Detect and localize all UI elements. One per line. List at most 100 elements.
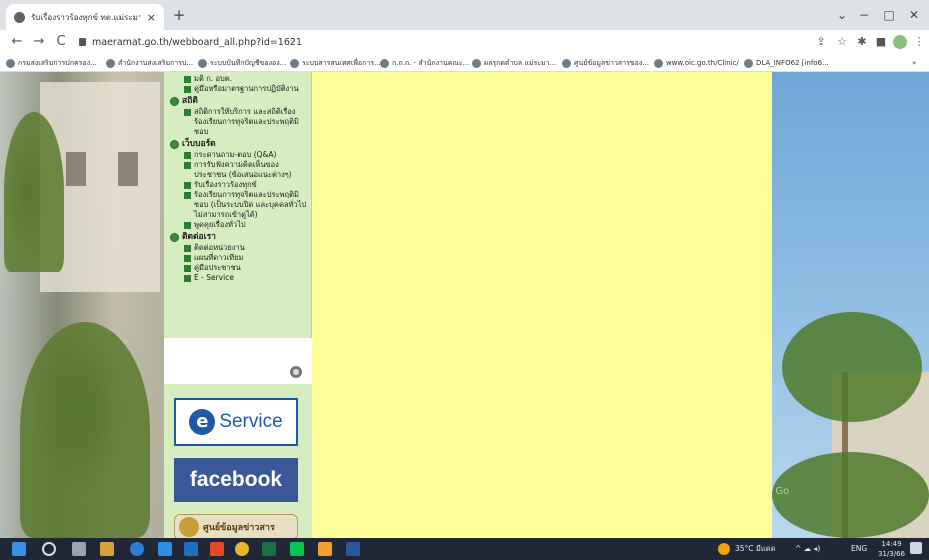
menu-link[interactable]: รับเรื่องราวร้องทุกข์ bbox=[170, 180, 307, 190]
bookmark-item[interactable]: ผลรุกดตำบล แม่ระมา... bbox=[472, 57, 556, 69]
url-field[interactable]: maeramat.go.th/webboard_all.php?id=1621 bbox=[79, 34, 302, 50]
globe-icon bbox=[14, 11, 25, 23]
menu-section-title[interactable]: สถิติ bbox=[170, 96, 307, 107]
bookmark-item[interactable]: กรมส่งเสริมการปกครอง... bbox=[6, 57, 97, 69]
bullet-icon bbox=[184, 255, 191, 262]
excel-icon[interactable] bbox=[262, 542, 276, 556]
bookmark-favicon-icon bbox=[106, 58, 115, 68]
bookmark-item[interactable]: ระบบบันทึกบัญชีขององ... bbox=[198, 57, 286, 69]
tab-strip: รับเรื่องราวร้องทุกข์ ทต.แม่ระมาด อ.แม่ … bbox=[0, 0, 929, 30]
eservice-label: Service bbox=[219, 411, 283, 432]
section-bullet-icon bbox=[170, 140, 179, 149]
address-bar-row: ← → C maeramat.go.th/webboard_all.php?id… bbox=[0, 30, 929, 54]
browser-tab[interactable]: รับเรื่องราวร้องทุกข์ ทต.แม่ระมาด อ.แม่ … bbox=[6, 4, 164, 30]
lock-icon bbox=[79, 38, 86, 46]
bullet-icon bbox=[184, 109, 191, 116]
menu-section-title[interactable]: ติดต่อเรา bbox=[170, 232, 307, 243]
section-bullet-icon bbox=[170, 233, 179, 242]
language-indicator[interactable]: ENG bbox=[851, 542, 867, 556]
bookmark-item[interactable]: ศูนย์ข้อมูลข่าวสารของ... bbox=[562, 57, 649, 69]
clock-time: 14:49 bbox=[881, 540, 902, 548]
eservice-logo-icon: e bbox=[189, 409, 216, 435]
bookmark-favicon-icon bbox=[290, 58, 299, 68]
info-center-banner[interactable]: ศูนย์ข้อมูลข่าวสาร bbox=[174, 514, 298, 538]
word-icon[interactable] bbox=[346, 542, 360, 556]
menu-link[interactable]: พูดคุยเรื่องทั่วไป bbox=[170, 220, 307, 230]
bookmark-item[interactable]: DLA_INFO62 [info6... bbox=[744, 57, 829, 69]
web-page: มติ ก. อบต. คู่มือหรือมาตรฐานการปฏิบัติง… bbox=[0, 72, 929, 538]
maximize-button[interactable]: □ bbox=[879, 6, 899, 24]
bookmark-favicon-icon bbox=[198, 58, 207, 68]
bookmark-item[interactable]: ระบบสารสนเทศเพื่อการ... bbox=[290, 57, 381, 69]
banner-panel: e Service facebook ศูนย์ข้อมูลข่าวสาร bbox=[164, 384, 312, 538]
menu-link[interactable]: สถิติการให้บริการ และสถิติเรื่องร้องเรีย… bbox=[170, 107, 307, 137]
bookmarks-more-button[interactable]: » bbox=[912, 57, 916, 69]
menu-link[interactable]: กระดานถาม-ตอบ (Q&A) bbox=[170, 150, 307, 160]
window-shape bbox=[66, 152, 86, 186]
bullet-icon bbox=[184, 245, 191, 252]
tab-search-dropdown-icon[interactable]: ⌄ bbox=[832, 6, 852, 24]
profile-avatar[interactable] bbox=[893, 35, 907, 49]
clock[interactable]: 14:49 31/3/66 bbox=[878, 539, 905, 559]
minimize-button[interactable]: − bbox=[854, 6, 874, 24]
forward-button[interactable]: → bbox=[30, 33, 48, 51]
menu-link[interactable]: มติ ก. อบต. bbox=[170, 74, 307, 84]
gear-icon[interactable] bbox=[290, 366, 302, 378]
share-icon[interactable]: ⇪ bbox=[813, 33, 829, 51]
side-panel-icon[interactable]: ■ bbox=[873, 33, 889, 51]
menu-link[interactable]: ร้องเรียนการทุจริตและประพฤติมิชอบ (เป็นร… bbox=[170, 190, 307, 220]
notification-icon[interactable] bbox=[910, 542, 922, 554]
menu-kebab-icon[interactable]: ⋮ bbox=[911, 33, 927, 51]
bookmark-item[interactable]: สำนักงานส่งเสริมการป... bbox=[106, 57, 193, 69]
extensions-icon[interactable]: ✱ bbox=[854, 33, 870, 51]
eservice-banner[interactable]: e Service bbox=[174, 398, 298, 446]
folder-icon[interactable] bbox=[318, 542, 332, 556]
reload-button[interactable]: C bbox=[52, 33, 70, 51]
bullet-icon bbox=[184, 222, 191, 229]
menu-section-title[interactable]: เว็บบอร์ด bbox=[170, 139, 307, 150]
bookmark-favicon-icon bbox=[744, 58, 753, 68]
bookmark-star-icon[interactable]: ☆ bbox=[834, 33, 850, 51]
menu-link[interactable]: ติดต่อหน่วยงาน bbox=[170, 243, 307, 253]
bookmark-item[interactable]: www.oic.go.th/Clinic/ bbox=[654, 57, 739, 69]
bookmark-item[interactable]: ก.ถ.ถ. - สำนักงานคณะ... bbox=[380, 57, 469, 69]
bullet-icon bbox=[184, 275, 191, 282]
bookmark-favicon-icon bbox=[562, 58, 571, 68]
bullet-icon bbox=[184, 152, 191, 159]
sidebar-lower: e Service facebook ศูนย์ข้อมูลข่าวสาร bbox=[164, 338, 312, 538]
bullet-icon bbox=[184, 265, 191, 272]
activate-windows-watermark: Ac Go bbox=[760, 486, 790, 497]
bullet-icon bbox=[184, 86, 191, 93]
widgets-icon[interactable] bbox=[100, 542, 114, 556]
menu-link[interactable]: คู่มือหรือมาตรฐานการปฏิบัติงาน bbox=[170, 84, 307, 94]
bullet-icon bbox=[184, 192, 191, 199]
mail-icon[interactable] bbox=[184, 542, 198, 556]
edge-icon[interactable] bbox=[130, 542, 144, 556]
line-icon[interactable] bbox=[290, 542, 304, 556]
menu-link[interactable]: การรับฟังความคิดเห็นของประชาชน (ข้อเสนอแ… bbox=[170, 160, 307, 180]
clock-date: 31/3/66 bbox=[878, 550, 905, 558]
back-button[interactable]: ← bbox=[8, 33, 26, 51]
bullet-icon bbox=[184, 162, 191, 169]
chrome-icon[interactable] bbox=[235, 542, 249, 556]
menu-link[interactable]: แผนที่ดาวเทียม bbox=[170, 253, 307, 263]
window-shape bbox=[118, 152, 138, 186]
weather-sun-icon[interactable] bbox=[718, 543, 730, 555]
facebook-banner[interactable]: facebook bbox=[174, 458, 298, 502]
close-window-button[interactable]: ✕ bbox=[904, 6, 924, 24]
search-icon[interactable] bbox=[42, 542, 56, 556]
bookmark-favicon-icon bbox=[6, 58, 15, 68]
bullet-icon bbox=[184, 182, 191, 189]
firefox-icon[interactable] bbox=[210, 542, 224, 556]
new-tab-button[interactable]: + bbox=[170, 6, 188, 24]
start-icon[interactable] bbox=[12, 542, 26, 556]
windows-taskbar: 35°C มีแดด ^ ☁ ◂) ENG 14:49 31/3/66 bbox=[0, 538, 929, 560]
tab-close-icon[interactable]: × bbox=[147, 11, 156, 24]
weather-text[interactable]: 35°C มีแดด bbox=[735, 542, 775, 556]
menu-link[interactable]: คู่มือประชาชน bbox=[170, 263, 307, 273]
menu-link[interactable]: E - Service bbox=[170, 273, 307, 283]
tray-icons[interactable]: ^ ☁ ◂) bbox=[795, 542, 820, 556]
store-icon[interactable] bbox=[158, 542, 172, 556]
bookmark-favicon-icon bbox=[380, 58, 389, 68]
task-view-icon[interactable] bbox=[72, 542, 86, 556]
